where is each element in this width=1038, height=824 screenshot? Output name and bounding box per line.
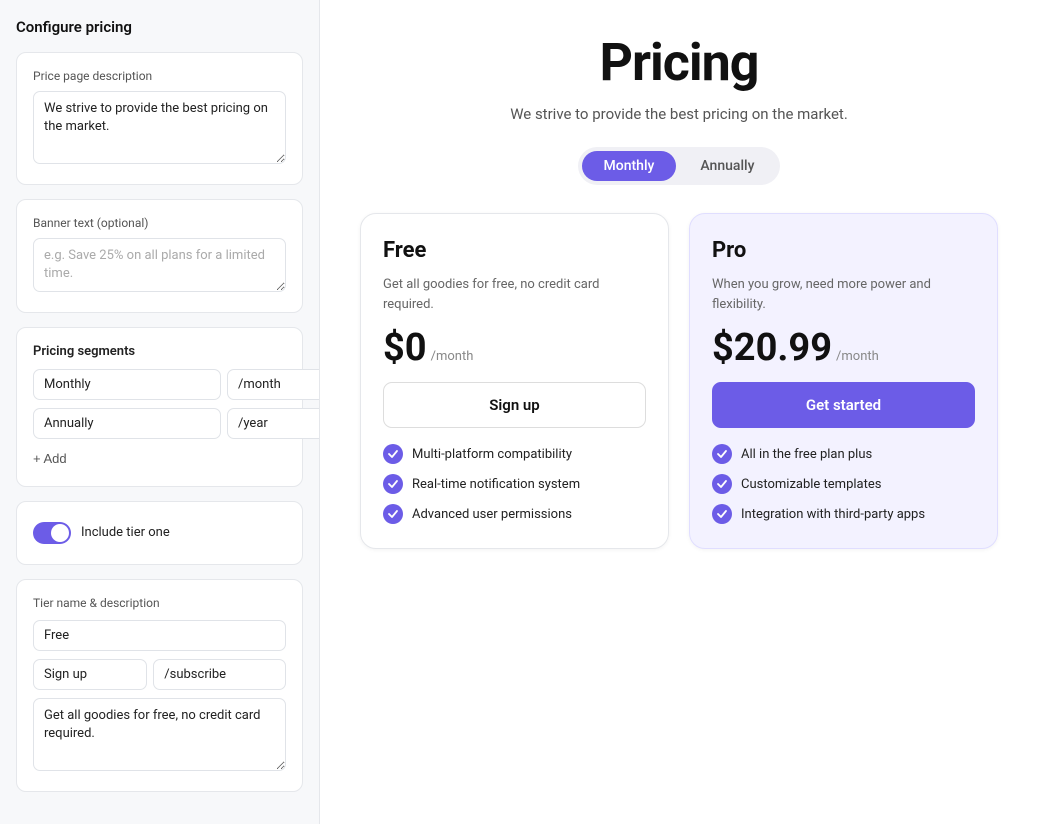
pricing-segments-label: Pricing segments [33,344,286,359]
check-icon [712,504,732,524]
feature-text: Advanced user permissions [412,507,572,522]
billing-toggle-tabs: Monthly Annually [578,147,781,185]
left-panel: Configure pricing Price page description… [0,0,320,824]
price-description-section: Price page description [16,52,303,185]
check-icon [383,474,403,494]
tier-desc-textarea[interactable] [33,698,286,771]
banner-text-label: Banner text (optional) [33,216,286,230]
segment-suffix-annually[interactable] [227,408,320,439]
free-plan-price-main: $0 [383,326,427,370]
pro-plan-price-main: $20.99 [712,326,832,370]
include-tier-row: Include tier one [33,518,286,548]
pro-plan-price-period: /month [836,349,879,364]
pro-plan-desc: When you grow, need more power and flexi… [712,275,975,314]
feature-text: Customizable templates [741,477,881,492]
right-panel: Pricing We strive to provide the best pr… [320,0,1038,824]
tier-cta-input[interactable] [33,659,147,690]
include-tier-section: Include tier one [16,501,303,565]
tab-annually[interactable]: Annually [678,151,776,181]
feature-item: Advanced user permissions [383,504,646,524]
pro-plan-price: $20.99 /month [712,326,975,370]
check-icon [712,444,732,464]
pro-plan-name: Pro [712,238,975,263]
plans-grid: Free Get all goodies for free, no credit… [360,213,998,549]
include-tier-toggle[interactable] [33,522,71,544]
price-description-textarea[interactable] [33,91,286,164]
feature-text: Integration with third-party apps [741,507,925,522]
pricing-segments-section: Pricing segments [16,327,303,487]
tab-monthly[interactable]: Monthly [582,151,677,181]
segment-suffix-monthly[interactable] [227,369,320,400]
tier-name-input[interactable] [33,620,286,651]
segment-row-annually [33,408,286,439]
check-icon [383,444,403,464]
feature-text: All in the free plan plus [741,447,872,462]
banner-text-textarea[interactable] [33,238,286,292]
include-tier-label: Include tier one [81,525,170,540]
page-title: Configure pricing [16,18,303,36]
feature-text: Multi-platform compatibility [412,447,572,462]
banner-text-section: Banner text (optional) [16,199,303,313]
segment-name-monthly[interactable] [33,369,221,400]
pro-plan-cta[interactable]: Get started [712,382,975,428]
free-plan-price: $0 /month [383,326,646,370]
pro-plan-card: Pro When you grow, need more power and f… [689,213,998,549]
feature-item: Real-time notification system [383,474,646,494]
feature-item: All in the free plan plus [712,444,975,464]
check-icon [712,474,732,494]
pro-plan-features: All in the free plan plus Customizable t… [712,444,975,524]
feature-item: Integration with third-party apps [712,504,975,524]
feature-item: Customizable templates [712,474,975,494]
free-plan-price-period: /month [431,349,474,364]
add-segment-button[interactable]: + Add [33,447,67,470]
check-icon [383,504,403,524]
free-plan-desc: Get all goodies for free, no credit card… [383,275,646,314]
segment-row-monthly [33,369,286,400]
pricing-subtitle: We strive to provide the best pricing on… [510,105,848,123]
free-plan-features: Multi-platform compatibility Real-time n… [383,444,646,524]
feature-item: Multi-platform compatibility [383,444,646,464]
pricing-heading: Pricing [599,32,758,93]
tier-description-section: Tier name & description [16,579,303,792]
feature-text: Real-time notification system [412,477,580,492]
segment-name-annually[interactable] [33,408,221,439]
price-description-label: Price page description [33,69,286,83]
tier-cta-suffix-input[interactable] [153,659,286,690]
tier-cta-row [33,659,286,690]
tier-section-label: Tier name & description [33,596,286,610]
free-plan-cta[interactable]: Sign up [383,382,646,428]
free-plan-card: Free Get all goodies for free, no credit… [360,213,669,549]
free-plan-name: Free [383,238,646,263]
